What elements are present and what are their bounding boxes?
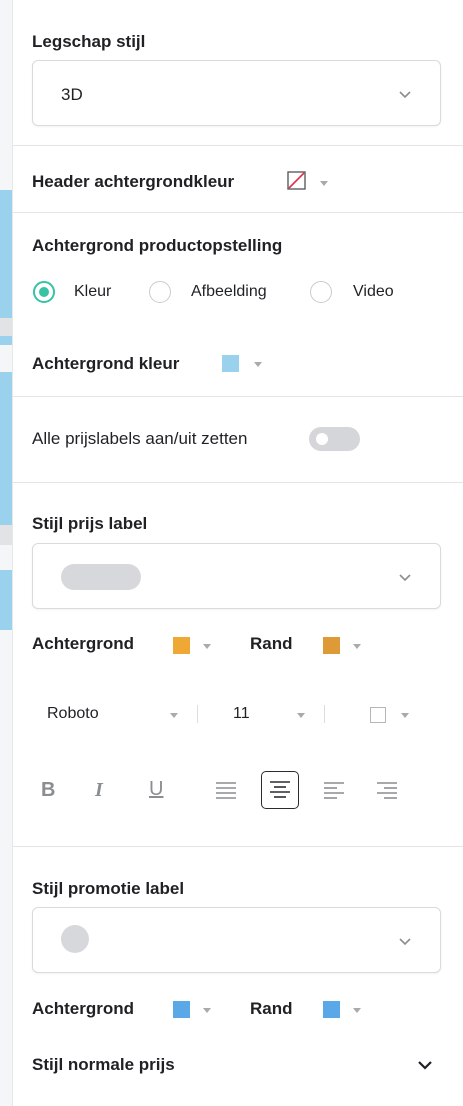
align-right-icon[interactable] xyxy=(376,780,398,802)
chevron-down-icon xyxy=(399,574,411,582)
chevron-down-icon xyxy=(399,91,411,99)
landscape-style-label: Legschap stijl xyxy=(32,32,146,51)
no-color-swatch-icon[interactable] xyxy=(287,171,306,190)
chevron-down-icon[interactable] xyxy=(418,1059,432,1071)
bold-button[interactable]: B xyxy=(41,779,55,802)
underline-button[interactable]: U xyxy=(149,778,163,801)
settings-panel: Legschap stijl 3D Header achtergrondkleu… xyxy=(12,0,463,1106)
promo-label-style-select[interactable] xyxy=(32,907,441,973)
caret-down-icon[interactable] xyxy=(170,713,178,718)
align-center-icon xyxy=(270,781,290,798)
font-family-select[interactable]: Roboto xyxy=(47,705,99,723)
divider xyxy=(13,396,463,397)
price-label-preview xyxy=(61,564,141,590)
header-background-label: Header achtergrondkleur xyxy=(32,172,235,191)
price-label-style-select[interactable] xyxy=(32,543,441,609)
price-labels-toggle[interactable] xyxy=(309,427,360,451)
italic-button[interactable]: I xyxy=(95,779,103,802)
divider xyxy=(13,482,463,483)
align-justify-icon[interactable] xyxy=(215,780,237,802)
divider xyxy=(13,212,463,213)
chevron-down-icon xyxy=(399,938,411,946)
font-size-select[interactable]: 11 xyxy=(233,705,250,723)
canvas-preview-grey xyxy=(0,525,12,545)
price-background-swatch[interactable] xyxy=(173,637,190,654)
left-canvas-strip xyxy=(0,0,12,1106)
canvas-preview-blue xyxy=(0,570,12,630)
caret-down-icon[interactable] xyxy=(254,362,262,367)
caret-down-icon[interactable] xyxy=(203,1008,211,1013)
toggle-knob xyxy=(316,433,328,445)
landscape-style-value: 3D xyxy=(61,85,83,104)
landscape-style-select[interactable]: 3D xyxy=(32,60,441,126)
caret-down-icon[interactable] xyxy=(297,713,305,718)
radio-kleur[interactable] xyxy=(33,281,55,303)
align-left-icon[interactable] xyxy=(323,780,345,802)
caret-down-icon[interactable] xyxy=(320,181,328,186)
radio-video-label: Video xyxy=(353,283,394,300)
promo-border-swatch[interactable] xyxy=(323,1001,340,1018)
price-border-swatch[interactable] xyxy=(323,637,340,654)
canvas-preview-blue xyxy=(0,372,12,540)
radio-afbeelding[interactable] xyxy=(149,281,171,303)
text-color-swatch[interactable] xyxy=(370,707,386,723)
radio-afbeelding-label: Afbeelding xyxy=(191,283,267,300)
background-color-swatch[interactable] xyxy=(222,355,239,372)
price-background-label: Achtergrond xyxy=(32,634,134,653)
product-background-label: Achtergrond productopstelling xyxy=(32,236,283,255)
promo-label-style-label: Stijl promotie label xyxy=(32,879,185,898)
caret-down-icon[interactable] xyxy=(203,644,211,649)
divider xyxy=(13,846,463,847)
caret-down-icon[interactable] xyxy=(401,713,409,718)
price-labels-toggle-label: Alle prijslabels aan/uit zetten xyxy=(32,429,248,448)
align-center-button[interactable] xyxy=(261,771,299,809)
toolbar-separator xyxy=(324,705,325,723)
radio-kleur-label: Kleur xyxy=(74,283,112,300)
promo-border-label: Rand xyxy=(250,999,293,1018)
background-color-label: Achtergrond kleur xyxy=(32,354,180,373)
caret-down-icon[interactable] xyxy=(353,1008,361,1013)
normal-price-style-label[interactable]: Stijl normale prijs xyxy=(32,1055,175,1075)
price-border-label: Rand xyxy=(250,634,293,653)
price-label-style-label: Stijl prijs label xyxy=(32,514,148,533)
radio-video[interactable] xyxy=(310,281,332,303)
caret-down-icon[interactable] xyxy=(353,644,361,649)
toolbar-separator xyxy=(197,705,198,723)
divider xyxy=(13,145,463,146)
promo-label-preview xyxy=(61,925,89,953)
canvas-preview-grey xyxy=(0,318,12,336)
promo-background-swatch[interactable] xyxy=(173,1001,190,1018)
promo-background-label: Achtergrond xyxy=(32,999,134,1018)
